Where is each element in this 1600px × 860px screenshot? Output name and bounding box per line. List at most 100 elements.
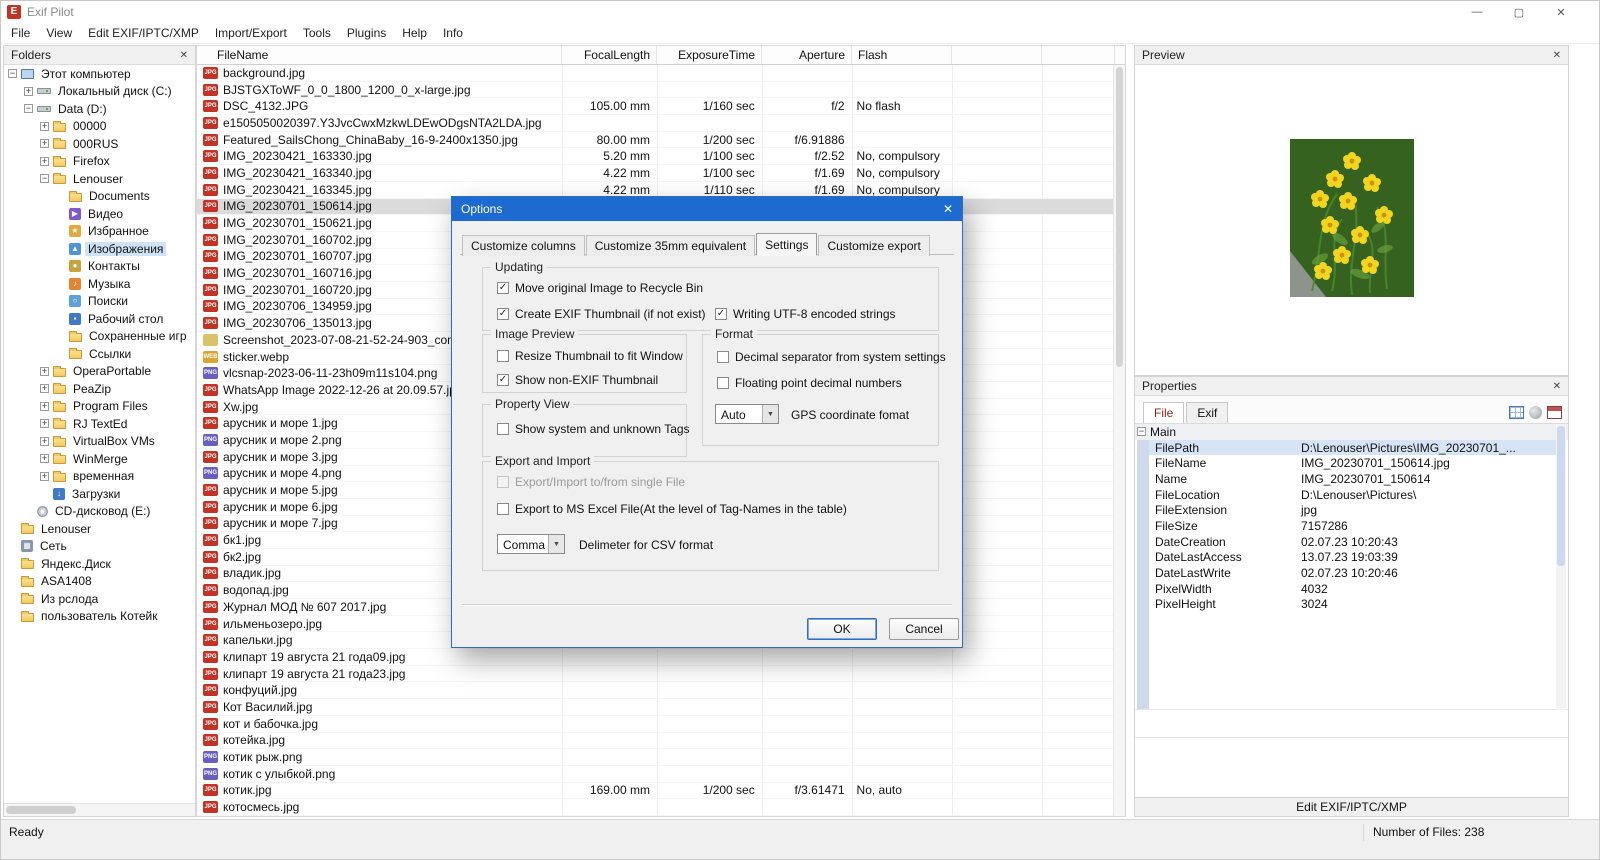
scrollbar-thumb[interactable] xyxy=(1557,426,1565,566)
file-row[interactable]: JPG IMG_20230421_163340.jpg 4.22 mm 1/100 s… xyxy=(197,165,1113,182)
export-single-file-checkbox[interactable]: Export/Import to/from single File xyxy=(497,475,685,489)
unchecked-checkbox-icon[interactable] xyxy=(497,350,509,362)
file-row[interactable]: JPG котейка.jpg xyxy=(197,733,1113,750)
collapse-expander-icon[interactable]: − xyxy=(8,69,17,79)
menu-plugins[interactable]: Plugins xyxy=(339,23,394,43)
folders-close-icon[interactable]: ✕ xyxy=(180,50,188,61)
unchecked-checkbox-icon[interactable] xyxy=(497,476,509,488)
tree-item[interactable]: ♪ Музыка xyxy=(4,275,195,293)
scrollbar-thumb[interactable] xyxy=(6,806,76,814)
collapse-expander-icon[interactable]: − xyxy=(1137,427,1146,437)
property-group-row[interactable]: − Main xyxy=(1135,424,1568,440)
menu-edit-exif-iptc-xmp[interactable]: Edit EXIF/IPTC/XMP xyxy=(80,23,207,43)
file-row[interactable]: JPG котик.jpg 169.00 mm 1/200 sec f/3.61471 N… xyxy=(197,783,1113,800)
properties-tab-exif[interactable]: Exif xyxy=(1186,402,1229,423)
expand-expander-icon[interactable]: + xyxy=(40,139,49,149)
dialog-close-icon[interactable]: ✕ xyxy=(943,202,953,216)
tree-item[interactable]: ● Контакты xyxy=(4,258,195,276)
unchecked-checkbox-icon[interactable] xyxy=(717,351,729,363)
column-header-exposuretime[interactable]: ExposureTime xyxy=(657,46,762,64)
property-row[interactable]: FileExtension jpg xyxy=(1149,502,1556,518)
globe-icon[interactable] xyxy=(1529,406,1542,419)
file-row[interactable]: JPG клипарт 19 августа 21 года09.jpg xyxy=(197,649,1113,666)
grid-view-icon[interactable] xyxy=(1509,406,1524,419)
expand-expander-icon[interactable]: + xyxy=(40,454,49,464)
column-header-empty[interactable] xyxy=(1042,46,1115,64)
file-row[interactable]: JPG DSC_4132.JPG 105.00 mm 1/160 sec f/2 No f… xyxy=(197,98,1113,116)
maximize-icon[interactable]: ▢ xyxy=(1511,6,1527,19)
expand-expander-icon[interactable]: + xyxy=(40,156,49,166)
csv-delimiter-combobox[interactable]: Comma ▼ xyxy=(497,534,565,554)
menu-info[interactable]: Info xyxy=(435,23,471,43)
show-non-exif-thumbnail-checkbox[interactable]: ✓ Show non-EXIF Thumbnail xyxy=(497,373,658,387)
cancel-button[interactable]: Cancel xyxy=(889,618,959,640)
dialog-tab-customize-columns[interactable]: Customize columns xyxy=(462,235,585,256)
collapse-expander-icon[interactable]: − xyxy=(40,174,49,184)
expand-expander-icon[interactable]: + xyxy=(40,436,49,446)
unchecked-checkbox-icon[interactable] xyxy=(717,377,729,389)
column-header-empty[interactable] xyxy=(952,46,1042,64)
column-header-focallength[interactable]: FocalLength xyxy=(562,46,657,64)
checked-checkbox-icon[interactable]: ✓ xyxy=(715,308,727,320)
folders-horizontal-scrollbar[interactable] xyxy=(4,803,195,816)
property-row[interactable]: DateLastWrite 02.07.23 10:20:46 xyxy=(1149,565,1556,581)
checked-checkbox-icon[interactable]: ✓ xyxy=(497,308,509,320)
tree-item[interactable]: + OperaPortable xyxy=(4,363,195,381)
collapse-expander-icon[interactable]: − xyxy=(24,104,33,114)
show-system-tags-checkbox[interactable]: Show system and unknown Tags xyxy=(497,422,690,436)
menu-import-export[interactable]: Import/Export xyxy=(207,23,295,43)
properties-tab-file[interactable]: File xyxy=(1143,402,1185,423)
file-row[interactable]: PNG котик рыж.png xyxy=(197,749,1113,766)
checked-checkbox-icon[interactable]: ✓ xyxy=(497,374,509,386)
column-header-aperture[interactable]: Aperture xyxy=(762,46,852,64)
property-row[interactable]: FilePath D:\Lenouser\Pictures\IMG_2023070… xyxy=(1149,439,1556,456)
dialog-tab-customize-export[interactable]: Customize export xyxy=(818,235,930,256)
tree-item[interactable]: + RJ TextEd xyxy=(4,415,195,433)
scrollbar-thumb[interactable] xyxy=(1116,67,1123,367)
decimal-separator-checkbox[interactable]: Decimal separator from system settings xyxy=(717,350,946,364)
menu-help[interactable]: Help xyxy=(394,23,435,43)
file-row[interactable]: JPG IMG_20230421_163330.jpg 5.20 mm 1/100 s… xyxy=(197,148,1113,166)
move-to-recycle-checkbox[interactable]: ✓ Move original Image to Recycle Bin xyxy=(497,281,703,295)
column-header-filename[interactable]: FileName xyxy=(197,46,562,64)
tree-item[interactable]: − Этот компьютер xyxy=(4,65,195,83)
expand-expander-icon[interactable]: + xyxy=(24,86,33,96)
dialog-tab-customize-35mm-equivalent[interactable]: Customize 35mm equivalent xyxy=(585,235,756,256)
properties-close-icon[interactable]: ✕ xyxy=(1553,381,1561,392)
ok-button[interactable]: OK xyxy=(807,618,877,640)
expand-expander-icon[interactable]: + xyxy=(40,366,49,376)
tree-item[interactable]: + Локальный диск (C:) xyxy=(4,83,195,101)
utf8-strings-checkbox[interactable]: ✓ Writing UTF-8 encoded strings xyxy=(715,307,896,321)
resize-thumbnail-checkbox[interactable]: Resize Thumbnail to fit Window xyxy=(497,349,683,363)
tree-item[interactable]: Lenouser xyxy=(4,520,195,538)
expand-expander-icon[interactable]: + xyxy=(40,384,49,394)
tree-item[interactable]: CD-дисковод (E:) xyxy=(4,503,195,521)
menu-tools[interactable]: Tools xyxy=(295,23,339,43)
gps-format-combobox[interactable]: Auto ▼ xyxy=(715,404,779,424)
create-exif-thumbnail-checkbox[interactable]: ✓ Create EXIF Thumbnail (if not exist) xyxy=(497,307,706,321)
file-row[interactable]: JPG клипарт 19 августа 21 года23.jpg xyxy=(197,666,1113,683)
tree-item[interactable]: ▲ Изображения xyxy=(4,240,195,258)
tree-item[interactable]: ASA1408 xyxy=(4,573,195,591)
property-row[interactable]: DateCreation 02.07.23 10:20:43 xyxy=(1149,534,1556,550)
file-list-vertical-scrollbar[interactable] xyxy=(1113,65,1125,816)
tree-item[interactable]: +000RUS xyxy=(4,135,195,153)
property-row[interactable]: FileSize 7157286 xyxy=(1149,518,1556,534)
file-row[interactable]: JPG e1505050020397.Y3JvcCwxMzkwLDEwODgsNT… xyxy=(197,115,1113,132)
close-icon[interactable]: ✕ xyxy=(1553,6,1569,19)
minimize-icon[interactable]: — xyxy=(1469,6,1485,19)
dialog-title-bar[interactable]: Options ✕ xyxy=(452,197,962,221)
tree-item[interactable]: Из рслода xyxy=(4,590,195,608)
tree-item[interactable]: + PeaZip xyxy=(4,380,195,398)
edit-exif-button[interactable]: Edit EXIF/IPTC/XMP xyxy=(1135,797,1568,816)
tree-item[interactable]: − Lenouser xyxy=(4,170,195,188)
form-view-icon[interactable] xyxy=(1547,406,1562,419)
properties-vertical-scrollbar[interactable] xyxy=(1556,424,1566,710)
property-row[interactable]: DateLastAccess 13.07.23 19:03:39 xyxy=(1149,550,1556,566)
floating-point-checkbox[interactable]: Floating point decimal numbers xyxy=(717,376,902,390)
expand-expander-icon[interactable]: + xyxy=(40,419,49,429)
chevron-down-icon[interactable]: ▼ xyxy=(548,535,564,553)
tree-item[interactable]: Сохраненные игр xyxy=(4,328,195,346)
menu-file[interactable]: File xyxy=(3,23,38,43)
tree-item[interactable]: + Program Files xyxy=(4,398,195,416)
